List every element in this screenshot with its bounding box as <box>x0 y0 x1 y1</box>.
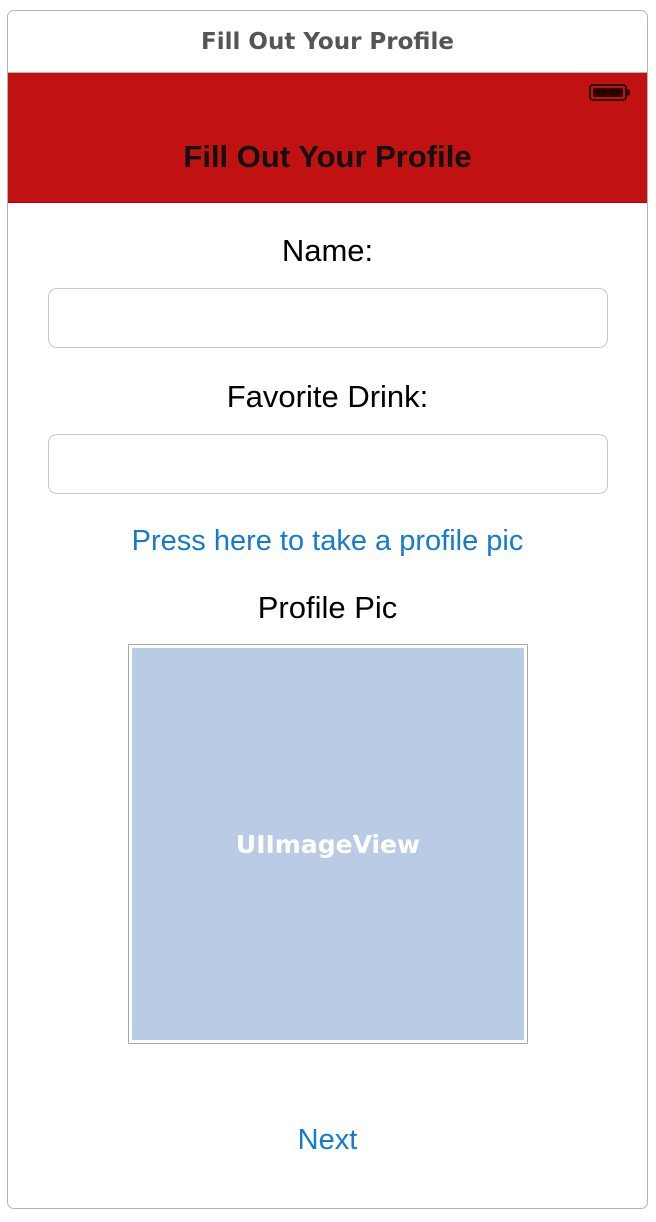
nav-title: Fill Out Your Profile <box>183 139 472 174</box>
image-view-label: UIImageView <box>235 829 421 859</box>
navigation-bar: Fill Out Your Profile <box>8 73 647 203</box>
storyboard-scene: Fill Out Your Profile Fill Out Your Prof… <box>7 10 648 1209</box>
favorite-drink-field[interactable] <box>48 434 608 494</box>
scene-title: Fill Out Your Profile <box>8 11 647 73</box>
favorite-drink-label: Favorite Drink: <box>226 379 429 414</box>
profile-image-view: UIImageView <box>128 644 528 1044</box>
name-field[interactable] <box>48 288 608 348</box>
name-label: Name: <box>281 233 374 268</box>
take-profile-pic-button[interactable]: Press here to take a profile pic <box>8 525 647 558</box>
next-button[interactable]: Next <box>8 1124 647 1157</box>
battery-icon <box>589 84 630 101</box>
profile-pic-label: Profile Pic <box>257 590 398 625</box>
profile-image-placeholder: UIImageView <box>132 648 524 1040</box>
